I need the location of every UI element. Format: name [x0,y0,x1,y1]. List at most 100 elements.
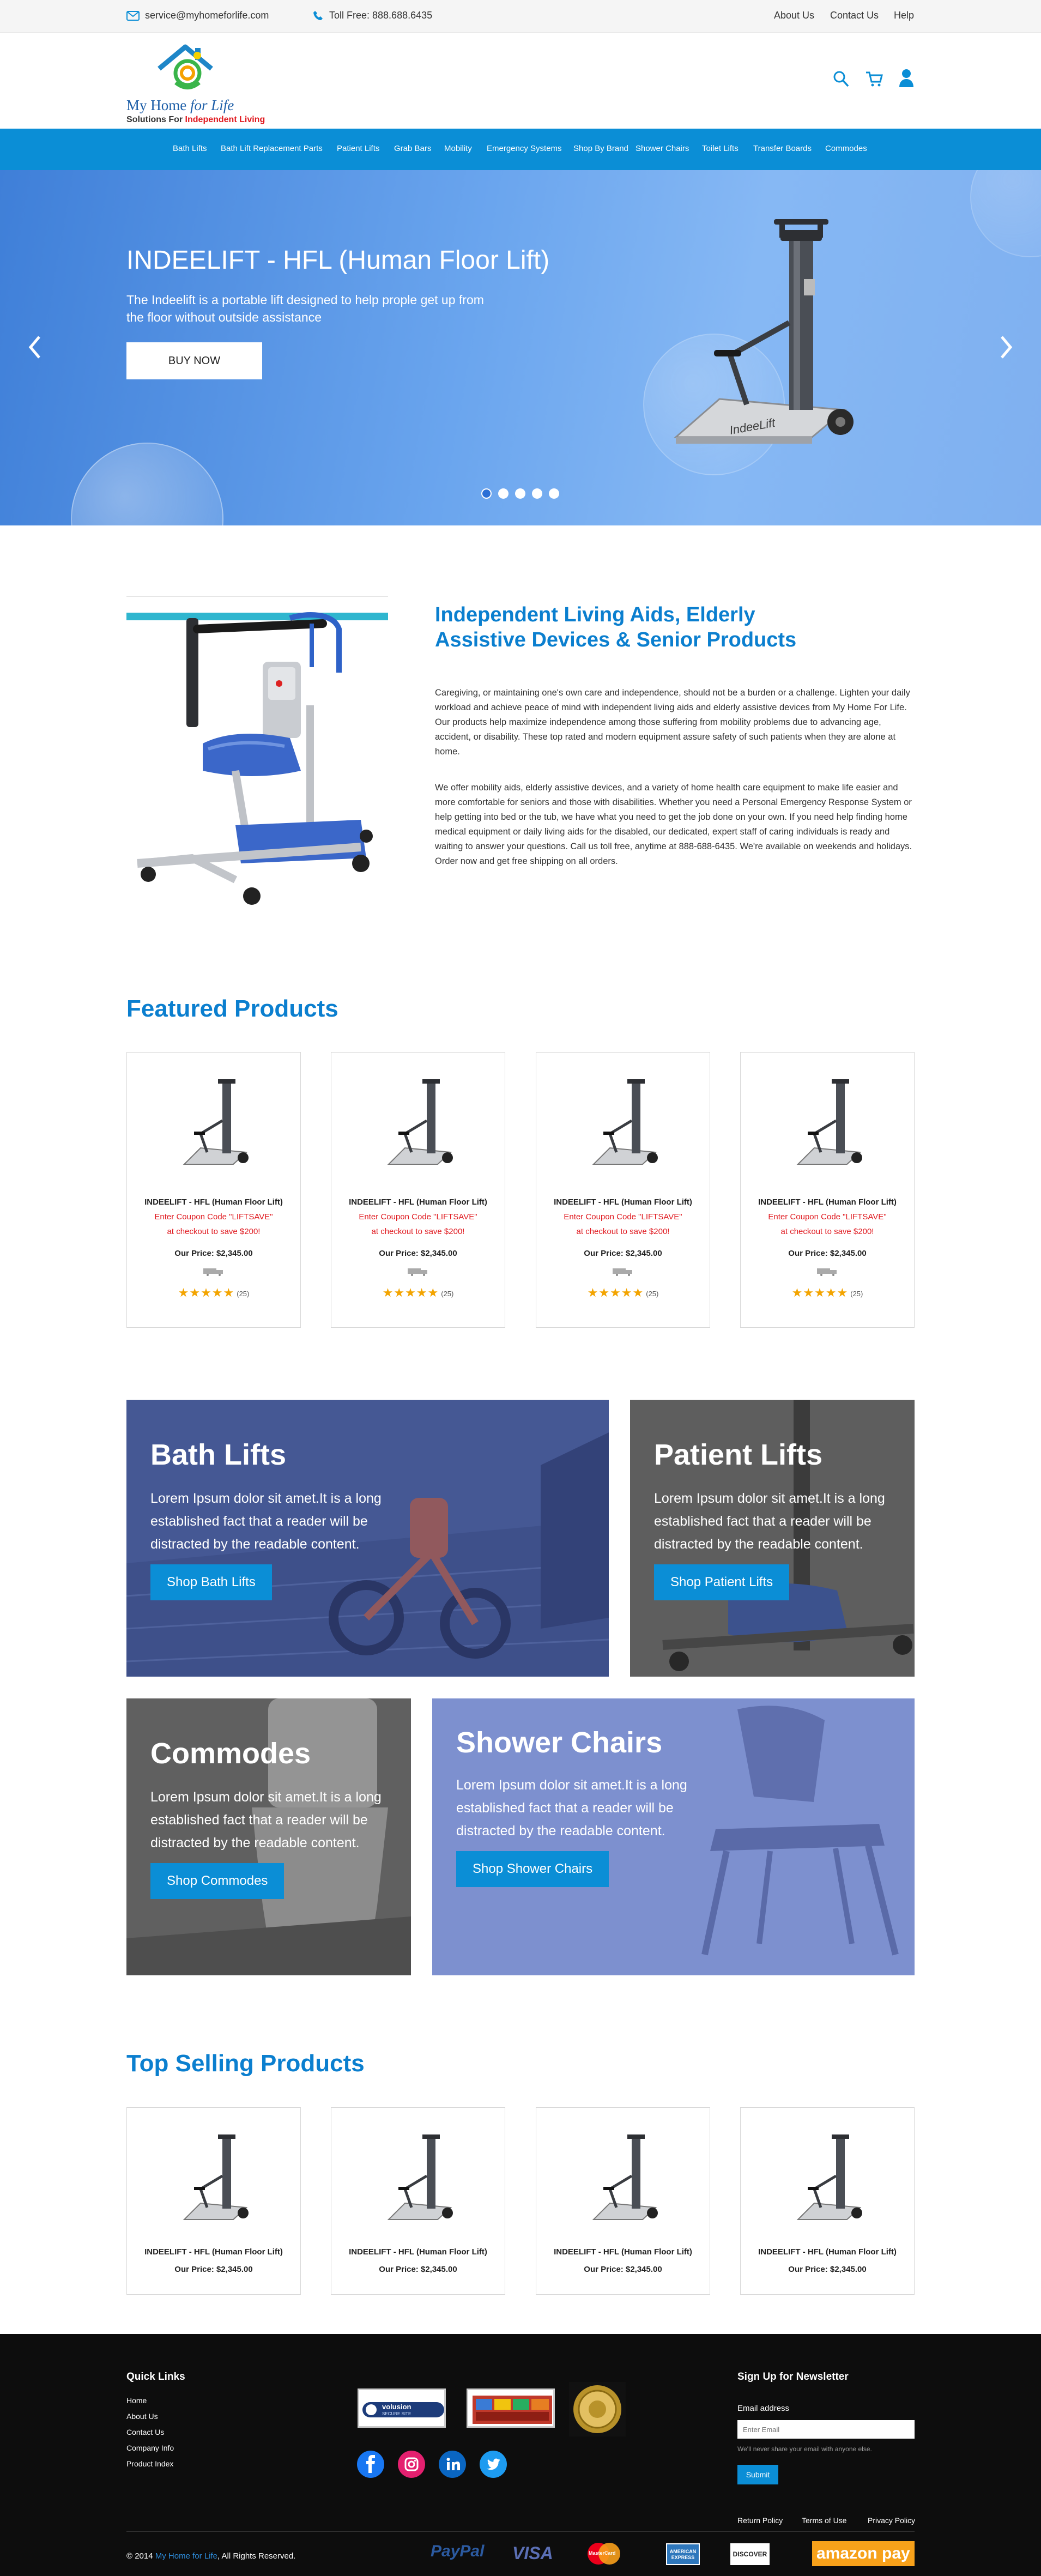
badge-secure-text: SECURE SITE [382,2411,411,2416]
product-name[interactable]: INDEELIFT - HFL (Human Floor Lift) [127,1198,300,1207]
category-tile-patient-lifts[interactable]: Patient Lifts Lorem Ipsum dolor sit amet… [630,1400,915,1677]
linkedin-icon[interactable] [439,2451,466,2478]
logo[interactable]: My Home for Life Solutions For Independe… [126,40,268,125]
review-count[interactable]: (25) [441,1290,453,1298]
logo-name-italic: for Life [190,97,234,113]
review-count[interactable]: (25) [237,1290,249,1298]
amazon-pay-logo: amazon pay [812,2541,915,2566]
logo-name: My Home for Life [126,97,234,114]
carousel-next-arrow[interactable] [997,334,1014,361]
volusion-secure-badge[interactable]: volusion SECURE SITE [358,2388,446,2428]
carousel-prev-arrow[interactable] [27,334,44,361]
nav-bath-lifts[interactable]: Bath Lifts [173,144,207,153]
search-icon[interactable] [833,70,849,88]
cart-icon[interactable] [866,71,883,87]
nav-shop-by-brand[interactable]: Shop By Brand [573,144,628,153]
carousel-dot-1[interactable] [481,488,492,499]
product-name[interactable]: INDEELIFT - HFL (Human Floor Lift) [741,2247,914,2257]
shop-shower-chairs-button[interactable]: Shop Shower Chairs [456,1851,609,1887]
product-name[interactable]: INDEELIFT - HFL (Human Floor Lift) [331,2247,505,2257]
logo-tagline: Solutions For Independent Living [126,115,265,125]
product-card[interactable]: INDEELIFT - HFL (Human Floor Lift) Our P… [126,2107,301,2295]
copyright-site-link[interactable]: My Home for Life [155,2551,217,2561]
return-policy-link[interactable]: Return Policy [737,2516,783,2525]
category-tile-shower-chairs[interactable]: Shower Chairs Lorem Ipsum dolor sit amet… [432,1698,915,1975]
paypal-logo: PayPal [431,2542,485,2560]
shop-patient-lifts-button[interactable]: Shop Patient Lifts [654,1564,790,1600]
phone-link[interactable]: Toll Free: 888.688.6435 [313,10,432,21]
shipping-truck-icon [817,1268,837,1276]
nav-toilet-lifts[interactable]: Toilet Lifts [702,144,739,153]
product-card[interactable]: INDEELIFT - HFL (Human Floor Lift) Enter… [126,1052,301,1328]
intro-paragraph-2: We offer mobility aids, elderly assistiv… [435,783,912,866]
product-card[interactable]: INDEELIFT - HFL (Human Floor Lift) Our P… [740,2107,915,2295]
nav-transfer-boards[interactable]: Transfer Boards [753,144,812,153]
shop-commodes-button[interactable]: Shop Commodes [150,1863,285,1899]
product-name[interactable]: INDEELIFT - HFL (Human Floor Lift) [536,2247,710,2257]
contact-us-link[interactable]: Contact Us [830,10,879,21]
email-label: Email address [737,2404,790,2413]
footer-link-company-info[interactable]: Company Info [126,2444,174,2452]
product-promo-line-1: Enter Coupon Code "LIFTSAVE" [154,1212,273,1222]
product-name[interactable]: INDEELIFT - HFL (Human Floor Lift) [127,2247,300,2257]
volusion-secure-logo: volusion SECURE SITE [362,2402,444,2417]
product-image [183,1079,249,1165]
email-link[interactable]: service@myhomeforlife.com [126,10,269,21]
footer-link-home[interactable]: Home [126,2396,147,2405]
product-card[interactable]: INDEELIFT - HFL (Human Floor Lift) Our P… [536,2107,710,2295]
rating-stars: ★★★★★ (25) [741,1286,914,1300]
chevron-left-icon [28,336,40,359]
category-tile-bath-lifts[interactable]: Bath Lifts Lorem Ipsum dolor sit amet.It… [126,1400,609,1677]
product-image [183,2134,249,2220]
nav-grab-bars[interactable]: Grab Bars [394,144,431,153]
privacy-policy-link[interactable]: Privacy Policy [868,2516,915,2525]
review-count[interactable]: (25) [850,1290,863,1298]
nav-patient-lifts[interactable]: Patient Lifts [337,144,379,153]
footer-link-contact-us[interactable]: Contact Us [126,2428,164,2436]
product-name[interactable]: INDEELIFT - HFL (Human Floor Lift) [536,1198,710,1207]
facebook-icon[interactable] [357,2451,384,2478]
newsletter-email-input[interactable] [737,2420,915,2439]
review-count[interactable]: (25) [646,1290,658,1298]
product-price: Our Price: $2,345.00 [379,2265,457,2274]
shop-bath-lifts-button[interactable]: Shop Bath Lifts [150,1564,272,1600]
decor-bubble [970,170,1041,257]
product-card[interactable]: INDEELIFT - HFL (Human Floor Lift) Enter… [331,1052,505,1328]
footer-link-about-us[interactable]: About Us [126,2412,158,2421]
logo-name-main: My Home [126,97,190,113]
buy-now-button[interactable]: BUY NOW [126,342,262,379]
product-card[interactable]: INDEELIFT - HFL (Human Floor Lift) Enter… [536,1052,710,1328]
product-image [796,2134,862,2220]
help-link[interactable]: Help [894,10,914,21]
instagram-icon[interactable] [398,2451,425,2478]
product-card[interactable]: INDEELIFT - HFL (Human Floor Lift) Enter… [740,1052,915,1328]
carousel-dot-2[interactable] [498,488,509,499]
phone-icon [313,10,323,20]
category-tile-commodes[interactable]: Commodes Lorem Ipsum dolor sit amet.It i… [126,1698,411,1975]
carousel-dot-5[interactable] [549,488,559,499]
nav-shower-chairs[interactable]: Shower Chairs [636,144,689,153]
product-name[interactable]: INDEELIFT - HFL (Human Floor Lift) [741,1198,914,1207]
nav-emergency-systems[interactable]: Emergency Systems [487,144,562,153]
twitter-icon[interactable] [480,2451,507,2478]
product-image [387,2134,453,2220]
product-card[interactable]: INDEELIFT - HFL (Human Floor Lift) Our P… [331,2107,505,2295]
decor-bubble [71,443,223,525]
about-us-link[interactable]: About Us [774,10,814,21]
newsletter-submit-button[interactable]: Submit [737,2465,778,2484]
newsletter-title: Sign Up for Newsletter [737,2371,849,2383]
product-name[interactable]: INDEELIFT - HFL (Human Floor Lift) [331,1198,505,1207]
tagline-part-b: Independent Living [185,115,265,124]
intro-paragraph-1: Caregiving, or maintaining one's own car… [435,688,910,757]
footer-link-product-index[interactable]: Product Index [126,2459,173,2468]
stars-icon: ★★★★★ [587,1286,644,1299]
carousel-dot-3[interactable] [515,488,525,499]
terms-of-use-link[interactable]: Terms of Use [802,2516,846,2525]
envelope-icon [126,10,140,21]
user-account-icon[interactable] [899,69,913,87]
nav-bath-lift-replacement-parts[interactable]: Bath Lift Replacement Parts [221,144,323,153]
nav-commodes[interactable]: Commodes [825,144,867,153]
carousel-dot-4[interactable] [532,488,542,499]
product-price: Our Price: $2,345.00 [788,2265,867,2274]
nav-mobility[interactable]: Mobility [444,144,472,153]
